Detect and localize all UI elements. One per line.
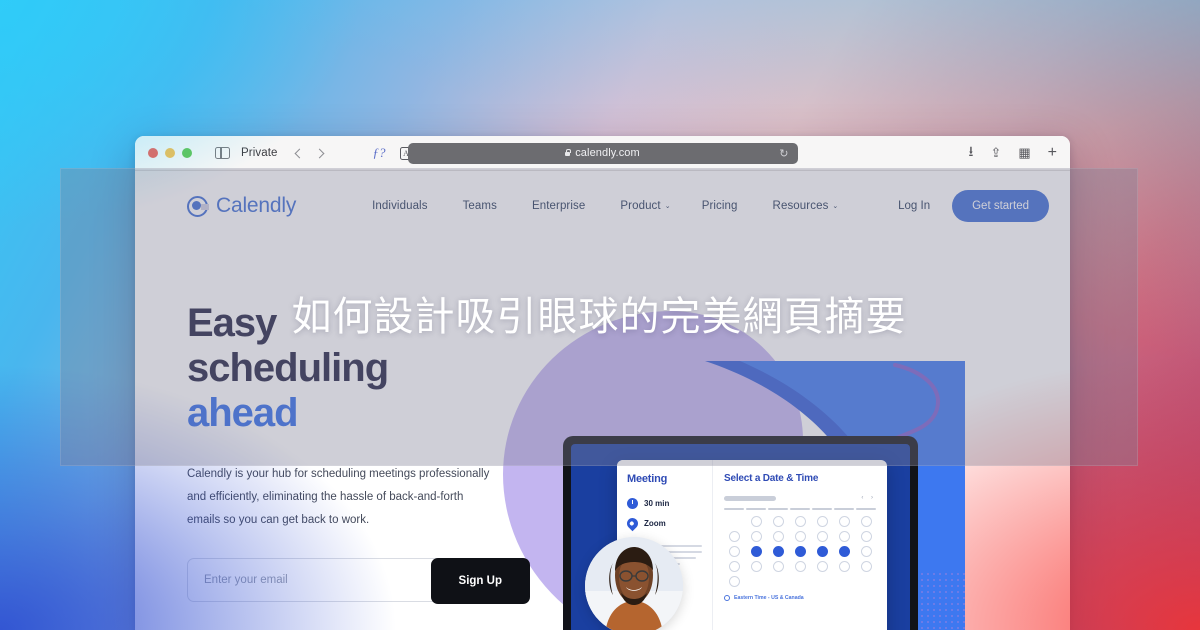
month-nav-icons[interactable]: ‹ › [861, 495, 876, 501]
text-format-icon[interactable]: ƒ? [373, 145, 386, 161]
private-mode-label: Private [241, 147, 278, 159]
poster-canvas: Private ƒ? A calendly.com ↻ ⭳ ⇪ ▦ + Cale… [0, 0, 1200, 630]
downloads-icon[interactable]: ⭳ [969, 141, 974, 165]
day-of-week-header [724, 508, 876, 511]
email-input[interactable]: Enter your email [204, 574, 288, 586]
browser-toolbar: Private ƒ? A calendly.com ↻ ⭳ ⇪ ▦ + [135, 136, 1070, 171]
share-icon[interactable]: ⇪ [990, 145, 1001, 161]
forward-icon[interactable] [314, 148, 324, 158]
back-icon[interactable] [294, 148, 304, 158]
maximize-window-button[interactable] [182, 148, 192, 158]
meeting-location: Zoom [644, 519, 666, 528]
meeting-duration: 30 min [644, 499, 670, 508]
timezone-label: Eastern Time - US & Canada [734, 595, 804, 602]
meeting-title: Meeting [627, 473, 668, 485]
sign-up-button[interactable]: Sign Up [430, 558, 530, 605]
window-traffic-lights[interactable] [148, 148, 192, 158]
month-label-placeholder [724, 495, 776, 501]
address-bar[interactable]: calendly.com ↻ [407, 142, 798, 164]
globe-icon [724, 595, 730, 602]
title-overlay-band: 如何設計吸引眼球的完美網頁摘要 [60, 168, 1138, 466]
avatar [585, 537, 683, 630]
hero-paragraph: Calendly is your hub for scheduling meet… [187, 468, 490, 527]
booking-widget-calendar: Select a Date & Time ‹ › Eastern Time - … [713, 460, 887, 630]
reload-icon[interactable]: ↻ [779, 147, 788, 160]
timezone-row[interactable]: Eastern Time - US & Canada [724, 595, 876, 602]
month-header: ‹ › [724, 495, 876, 501]
calendar-title: Select a Date & Time [724, 473, 819, 484]
meeting-duration-row: 30 min [627, 498, 702, 509]
map-pin-icon [624, 515, 641, 532]
new-tab-icon[interactable]: + [1048, 144, 1057, 162]
signup-form: Enter your email Sign Up [187, 558, 530, 605]
tab-overview-icon[interactable]: ▦ [1018, 145, 1030, 161]
close-window-button[interactable] [148, 148, 158, 158]
sidebar-toggle-icon[interactable] [215, 146, 230, 160]
calendar-grid[interactable] [724, 516, 876, 588]
url-text: calendly.com [575, 147, 640, 159]
clock-icon [627, 498, 638, 509]
minimize-window-button[interactable] [165, 148, 175, 158]
page-title: 如何設計吸引眼球的完美網頁摘要 [291, 295, 907, 339]
lock-icon [565, 148, 572, 156]
meeting-location-row: Zoom [624, 515, 702, 532]
